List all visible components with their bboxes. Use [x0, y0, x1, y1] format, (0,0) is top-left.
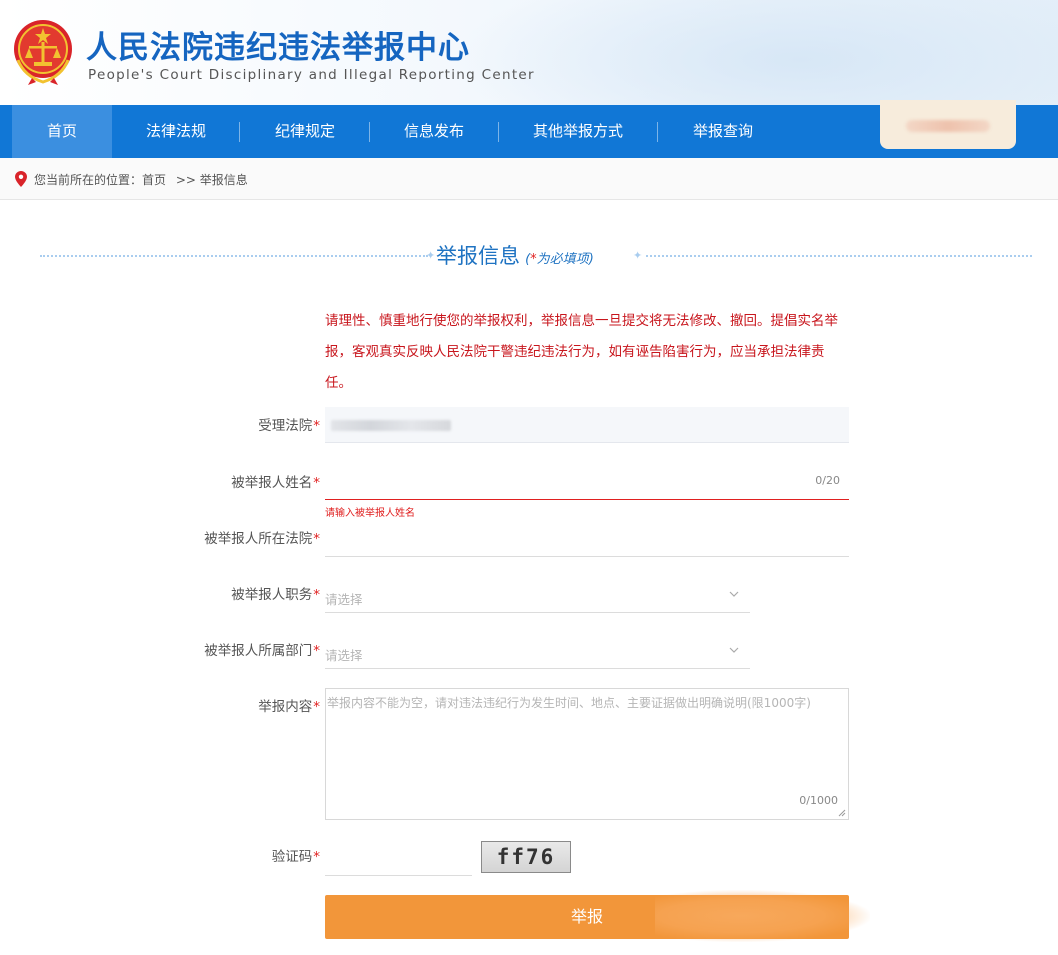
- section-required-note: (*为必填项): [525, 252, 594, 267]
- breadcrumb-separator: >>: [175, 173, 196, 187]
- star-icon: ✦: [633, 249, 643, 262]
- captcha-input[interactable]: [325, 840, 472, 876]
- position-label: 被举报人职务*: [231, 587, 320, 603]
- captcha-image[interactable]: ff76: [481, 841, 571, 873]
- breadcrumb-prefix: 您当前所在的位置：: [34, 173, 143, 187]
- location-pin-icon: [15, 171, 27, 187]
- header-background-decoration: [450, 0, 1058, 105]
- court-field: [325, 407, 849, 443]
- user-name-redacted: [906, 120, 990, 132]
- nav-item-discipline[interactable]: 纪律规定: [240, 105, 370, 158]
- chevron-down-icon: [729, 591, 739, 597]
- warning-notice: 请理性、慎重地行使您的举报权利，举报信息一旦提交将无法修改、撤回。提倡实名举报，…: [325, 313, 838, 391]
- court-emblem-icon: [14, 20, 72, 85]
- section-title: 举报信息 (*为必填项): [436, 240, 594, 270]
- submit-report-button[interactable]: 举报: [325, 895, 849, 939]
- resize-handle-icon[interactable]: [838, 809, 846, 817]
- breadcrumb-current: 举报信息: [199, 173, 248, 187]
- site-subtitle: People's Court Disciplinary and Illegal …: [88, 67, 535, 83]
- site-header: 人民法院违纪违法举报中心 People's Court Disciplinary…: [0, 0, 1058, 105]
- captcha-label: 验证码*: [271, 849, 320, 865]
- person-court-label: 被举报人所在法院*: [204, 531, 320, 547]
- position-select[interactable]: 请选择: [325, 577, 750, 613]
- nav-item-query[interactable]: 举报查询: [658, 105, 788, 158]
- name-label: 被举报人姓名*: [231, 475, 320, 491]
- nav-item-news[interactable]: 信息发布: [370, 105, 498, 158]
- content-placeholder: 举报内容不能为空，请对违法违纪行为发生时间、地点、主要证据做出明确说明(限100…: [327, 696, 811, 710]
- nav-item-laws[interactable]: 法律法规: [112, 105, 240, 158]
- nav-item-other-methods[interactable]: 其他举报方式: [499, 105, 657, 158]
- name-input[interactable]: 0/20: [325, 464, 849, 500]
- user-account-box[interactable]: [880, 100, 1016, 149]
- content-textarea[interactable]: 举报内容不能为空，请对违法违纪行为发生时间、地点、主要证据做出明确说明(限100…: [325, 688, 849, 820]
- section-title-text: 举报信息: [436, 244, 520, 268]
- department-select[interactable]: 请选择: [325, 633, 750, 669]
- chevron-down-icon: [729, 647, 739, 653]
- name-char-counter: 0/20: [815, 474, 840, 487]
- breadcrumb: 您当前所在的位置：首页 >> 举报信息: [0, 158, 1058, 200]
- court-value-redacted: [331, 420, 451, 431]
- department-placeholder: 请选择: [325, 648, 363, 663]
- breadcrumb-text: 您当前所在的位置：首页 >> 举报信息: [34, 171, 248, 188]
- name-error-message: 请输入被举报人姓名: [325, 508, 415, 519]
- section-divider-right: [646, 255, 1032, 257]
- breadcrumb-home-link[interactable]: 首页: [142, 173, 166, 187]
- court-label: 受理法院*: [258, 418, 320, 434]
- section-divider-left: [40, 255, 428, 257]
- person-court-input[interactable]: [325, 521, 849, 557]
- content-label: 举报内容*: [258, 699, 320, 715]
- department-label: 被举报人所属部门*: [204, 643, 320, 659]
- content-char-counter: 0/1000: [799, 794, 838, 807]
- nav-item-home[interactable]: 首页: [12, 105, 112, 158]
- position-placeholder: 请选择: [325, 592, 363, 607]
- site-title: 人民法院违纪违法举报中心: [86, 30, 470, 66]
- star-icon: ✦: [426, 249, 436, 262]
